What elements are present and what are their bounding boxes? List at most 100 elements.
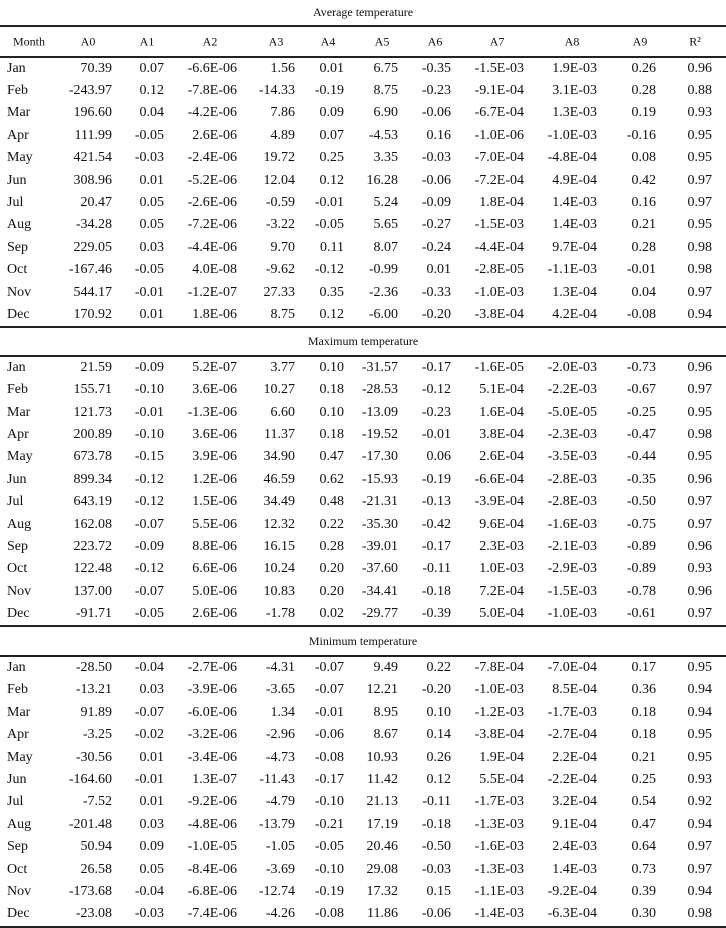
value-cell: 1.9E-03	[552, 60, 597, 76]
value-cell: 3.35	[373, 150, 399, 166]
value-cell: 0.28	[319, 539, 345, 554]
value-cell: 0.92	[687, 794, 713, 810]
table-row: Aug 162.08 -0.07 5.5E-06 12.32 0.22 -35.30 -0.4…	[0, 513, 726, 535]
value-cell: 223.72	[73, 539, 113, 554]
value-cell: 0.96	[687, 60, 713, 76]
value-cell: 70.39	[80, 60, 113, 76]
value-cell: -1.3E-06	[187, 404, 237, 420]
value-cell: -0.17	[314, 772, 344, 788]
value-cell: 26.58	[80, 861, 113, 877]
month-cell: Feb	[7, 83, 28, 99]
table-row: Feb -243.97 0.12 -7.8E-06 -14.33 -0.19 8.75 -0.…	[0, 80, 726, 102]
value-cell: -0.06	[421, 906, 451, 922]
column-header: A3	[268, 34, 284, 48]
value-cell: 19.72	[263, 150, 296, 166]
value-cell: 9.49	[373, 660, 399, 676]
value-cell: 3.6E-06	[192, 382, 237, 398]
value-cell: 0.97	[687, 284, 713, 300]
value-cell: -5.2E-06	[187, 172, 237, 188]
value-cell: 9.1E-04	[552, 816, 597, 832]
value-cell: 7.2E-04	[479, 583, 524, 599]
value-cell: -2.8E-03	[547, 494, 597, 510]
value-cell: -6.6E-04	[474, 471, 524, 487]
value-cell: -4.79	[265, 794, 295, 810]
value-cell: -0.15	[134, 449, 164, 465]
value-cell: 0.95	[687, 749, 713, 765]
value-cell: 5.0E-06	[192, 583, 237, 599]
value-cell: 1.9E-04	[479, 749, 524, 765]
value-cell: 0.95	[687, 727, 713, 743]
value-cell: -0.39	[421, 606, 451, 622]
value-cell: -34.41	[361, 583, 398, 599]
value-cell: -1.1E-03	[547, 262, 597, 278]
table-row: Sep 229.05 0.03 -4.4E-06 9.70 0.11 8.07 -0.24 -4…	[0, 237, 726, 259]
month-cell: Nov	[7, 284, 32, 300]
value-cell: -0.03	[134, 906, 164, 922]
table-row: Feb 155.71 -0.10 3.6E-06 10.27 0.18 -28.53 -0.1…	[0, 379, 726, 401]
value-cell: 0.93	[687, 561, 713, 577]
value-cell: 16.15	[263, 539, 296, 554]
value-cell: 5.65	[373, 217, 399, 233]
value-cell: 0.93	[687, 772, 713, 788]
value-cell: -3.25	[82, 727, 112, 743]
value-cell: -0.20	[421, 682, 451, 698]
table-row: Jun 308.96 0.01 -5.2E-06 12.04 0.12 16.28 -0.06…	[0, 169, 726, 191]
table-row: Oct -167.46 -0.05 4.0E-08 -9.62 -0.12 -0.99 0.0…	[0, 259, 726, 281]
value-cell: 91.89	[80, 704, 113, 720]
value-cell: 12.04	[263, 172, 296, 188]
value-cell: 29.08	[366, 861, 399, 877]
table-row: Dec 170.92 0.01 1.8E-06 8.75 0.12 -6.00 -0.20 -3…	[0, 304, 726, 326]
value-cell: -0.13	[421, 494, 451, 510]
table-row: Apr 111.99 -0.05 2.6E-06 4.89 0.07 -4.53 0.16 -1…	[0, 125, 726, 147]
month-cell: Mar	[7, 404, 31, 420]
value-cell: 9.6E-04	[479, 516, 524, 532]
month-cell: Sep	[7, 539, 28, 554]
value-cell: 0.20	[319, 561, 345, 577]
value-cell: 27.33	[263, 284, 296, 300]
value-cell: 0.97	[687, 172, 713, 188]
value-cell: -4.8E-04	[547, 150, 597, 166]
value-cell: 0.30	[631, 906, 657, 922]
table-row: Dec -23.08 -0.03 -7.4E-06 -4.26 -0.08 11.86 -0.…	[0, 903, 726, 925]
value-cell: 0.01	[319, 60, 345, 76]
value-cell: -0.08	[626, 306, 656, 322]
column-header: A2	[202, 34, 218, 48]
value-cell: -14.33	[258, 83, 295, 99]
value-cell: -0.03	[134, 150, 164, 166]
value-cell: -28.53	[361, 382, 398, 398]
value-cell: -0.11	[422, 794, 451, 810]
table-row: Sep 50.94 0.09 -1.0E-05 -1.05 -0.05 20.46 -0.50…	[0, 836, 726, 858]
value-cell: 0.01	[139, 794, 165, 810]
value-cell: -1.2E-07	[187, 284, 237, 300]
value-cell: -0.03	[421, 150, 451, 166]
value-cell: -2.2E-04	[547, 772, 597, 788]
value-cell: 1.34	[270, 704, 296, 720]
value-cell: -6.00	[368, 306, 398, 322]
value-cell: 6.90	[373, 105, 399, 121]
header-row: Month A0 A1 A2 A3 A4 A5 A6 A7 A8 A9 R²	[0, 27, 726, 56]
value-cell: 0.47	[319, 449, 345, 465]
value-cell: 0.98	[687, 906, 713, 922]
value-cell: -3.5E-03	[547, 449, 597, 465]
value-cell: -0.23	[421, 404, 451, 420]
column-header: A9	[632, 34, 648, 48]
value-cell: -173.68	[68, 883, 112, 899]
value-cell: 0.97	[687, 494, 713, 510]
value-cell: 5.5E-04	[479, 772, 524, 788]
column-header: A0	[80, 34, 96, 48]
value-cell: 0.97	[687, 516, 713, 532]
value-cell: -1.05	[265, 839, 295, 855]
value-cell: 0.64	[631, 839, 657, 855]
value-cell: 2.4E-03	[552, 839, 597, 855]
value-cell: -1.5E-03	[474, 217, 524, 233]
month-cell: Mar	[7, 105, 31, 121]
table-row: Mar 121.73 -0.01 -1.3E-06 6.60 0.10 -13.09 -0.2…	[0, 401, 726, 423]
value-cell: 0.12	[139, 83, 165, 99]
value-cell: 8.07	[373, 239, 399, 255]
value-cell: 1.4E-03	[552, 195, 597, 211]
value-cell: 0.98	[687, 239, 713, 255]
month-cell: Apr	[7, 727, 29, 743]
value-cell: 0.95	[687, 404, 713, 420]
value-cell: -0.35	[421, 60, 451, 76]
value-cell: 673.78	[73, 449, 113, 465]
